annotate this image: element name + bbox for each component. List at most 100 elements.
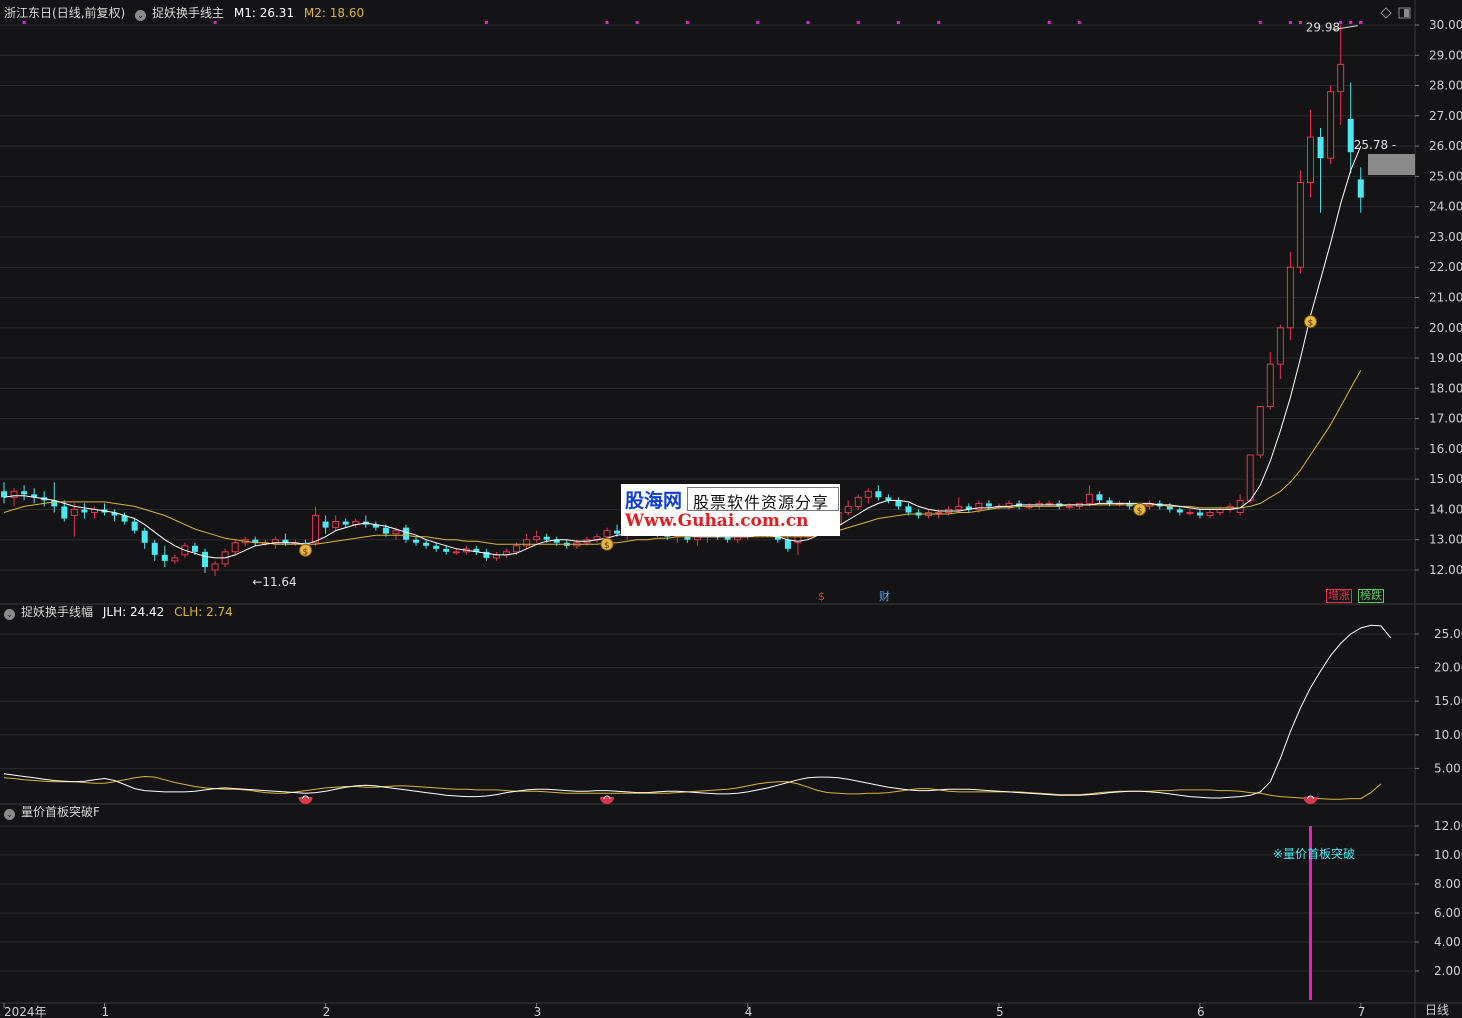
candle-body[interactable] <box>392 530 400 535</box>
last-price-label: 25.78 - <box>1354 138 1397 152</box>
candle-body[interactable] <box>443 548 450 552</box>
y-tick-label: 6.00 <box>1434 906 1461 920</box>
candle-body[interactable] <box>1357 179 1364 198</box>
candle-body[interactable] <box>614 530 621 534</box>
stock-name: 浙江东日 <box>4 6 53 20</box>
candle-body[interactable] <box>413 539 420 543</box>
y-tick-label: 19.00 <box>1429 351 1462 365</box>
candle-body[interactable] <box>513 545 521 553</box>
signal-dot <box>1349 21 1353 24</box>
candle-body[interactable] <box>1 491 7 498</box>
candle-body[interactable] <box>875 491 882 498</box>
candle-body[interactable] <box>844 505 852 513</box>
candle-body[interactable] <box>191 545 198 552</box>
candle-body[interactable] <box>1276 327 1284 365</box>
svg-text:$: $ <box>1308 319 1314 329</box>
candle-body[interactable] <box>523 539 531 547</box>
panel3-title[interactable]: 量价首板突破F <box>21 805 100 819</box>
candle-body[interactable] <box>854 496 862 507</box>
panel3-toggle-icon[interactable]: ⌄ <box>4 809 15 820</box>
candle-body[interactable] <box>1176 509 1183 513</box>
candle-body[interactable] <box>21 491 28 495</box>
candle-body[interactable] <box>452 551 460 554</box>
indicator-name[interactable]: 捉妖换手线主 <box>152 6 224 20</box>
candle-body[interactable] <box>543 536 550 540</box>
candle-body[interactable] <box>1256 406 1264 456</box>
candle-body[interactable] <box>1286 266 1294 329</box>
s-marker[interactable]: $ <box>818 589 825 605</box>
candle-body[interactable] <box>131 521 138 531</box>
candle-body[interactable] <box>985 503 992 507</box>
candle-body[interactable] <box>161 554 168 561</box>
candle-body[interactable] <box>955 505 963 510</box>
candle-body[interactable] <box>864 490 872 498</box>
panel2-title[interactable]: 捉妖换手线幅 <box>21 605 93 619</box>
candle-body[interactable] <box>1266 363 1274 408</box>
candle-body[interactable] <box>1246 454 1254 501</box>
candle-body[interactable] <box>403 527 409 540</box>
candle-body[interactable] <box>322 521 329 528</box>
candle-body[interactable] <box>1296 181 1304 268</box>
candle-body[interactable] <box>935 511 943 514</box>
y-tick-label: 20.00 <box>1434 661 1462 675</box>
candle-body[interactable] <box>1065 505 1073 508</box>
candle-body[interactable] <box>1045 502 1053 505</box>
candle-body[interactable] <box>70 508 78 517</box>
cai-marker[interactable]: 财 <box>879 589 890 605</box>
candle-body[interactable] <box>382 527 389 534</box>
candle-body[interactable] <box>211 563 219 571</box>
zengzhang-marker[interactable]: 增涨 <box>1326 589 1352 603</box>
candle-body[interactable] <box>1206 511 1214 517</box>
candle-body[interactable] <box>905 506 912 513</box>
signal-dot <box>213 21 217 24</box>
candle-body[interactable] <box>81 509 88 513</box>
candle-body[interactable] <box>1317 137 1324 159</box>
candle-body[interactable] <box>1327 91 1335 159</box>
candle-body[interactable] <box>151 542 158 555</box>
money-bag-icon[interactable]: $ <box>299 543 312 557</box>
candle-body[interactable] <box>794 536 802 544</box>
money-bag-icon[interactable]: $ <box>1133 502 1147 516</box>
svg-text:$: $ <box>303 547 309 557</box>
candle-body[interactable] <box>171 557 179 562</box>
warning-arc-icon[interactable] <box>600 795 614 804</box>
candle-body[interactable] <box>895 500 902 507</box>
candle-body[interactable] <box>282 539 289 543</box>
current-price-box <box>1368 154 1415 175</box>
y-tick-label: 25.00 <box>1434 627 1462 641</box>
candle-body[interactable] <box>1337 63 1345 93</box>
candle-body[interactable] <box>141 530 148 543</box>
candle-body[interactable] <box>603 530 611 538</box>
panel2-axis: 25.00 20.00 15.00 10.00 5.00 <box>0 627 1462 775</box>
y-tick-label: 10.00 <box>1434 848 1462 862</box>
warning-arc-icon[interactable] <box>1303 795 1318 804</box>
candle-body[interactable] <box>342 521 349 525</box>
candle-body[interactable] <box>1096 494 1103 501</box>
candle-body[interactable] <box>784 539 791 549</box>
candle-body[interactable] <box>533 536 541 541</box>
money-bag-icon[interactable]: $ <box>600 537 614 551</box>
panel2-toggle-icon[interactable]: ⌄ <box>4 609 15 620</box>
candle-body[interactable] <box>1186 511 1194 514</box>
y-tick-label: 23.00 <box>1429 230 1462 244</box>
bangdie-marker[interactable]: 榜跌 <box>1358 589 1384 603</box>
candle-body[interactable] <box>1307 136 1314 183</box>
money-bag-icon[interactable]: $ <box>1304 315 1317 329</box>
candle-body[interactable] <box>202 551 208 567</box>
candle-body[interactable] <box>332 521 340 529</box>
candle-body[interactable] <box>312 515 320 544</box>
candle-body[interactable] <box>1196 512 1203 516</box>
candle-body[interactable] <box>433 545 440 549</box>
candle-body[interactable] <box>231 542 239 553</box>
signal-dot <box>22 21 26 24</box>
candle-body[interactable] <box>1085 493 1093 504</box>
candle-body[interactable] <box>61 506 68 519</box>
indicator-toggle-icon[interactable]: ⌄ <box>135 10 147 21</box>
jlh-value: JLH: 24.42 <box>102 605 165 619</box>
signal-dot <box>896 21 900 24</box>
candle-body[interactable] <box>423 542 430 546</box>
candle-body[interactable] <box>271 539 279 544</box>
warning-arc-icon[interactable] <box>298 795 313 804</box>
period-footer[interactable]: 日线 <box>1425 1002 1449 1018</box>
breakout-annotation: ※量价首板突破 <box>1273 847 1356 861</box>
